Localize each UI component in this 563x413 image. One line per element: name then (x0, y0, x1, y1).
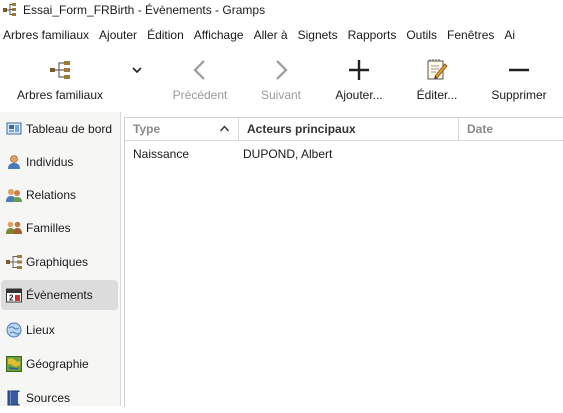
family-trees-dropdown[interactable] (127, 50, 147, 108)
arrow-right-icon (276, 60, 288, 80)
pedigree-icon (6, 254, 22, 270)
menu-help[interactable]: Ai (501, 28, 519, 42)
family-trees-button[interactable]: Arbres familiaux (8, 50, 112, 108)
svg-text:2: 2 (9, 294, 14, 303)
person-icon (6, 154, 22, 170)
edit-label: Éditer... (416, 88, 458, 102)
menu-add[interactable]: Ajouter (96, 28, 141, 42)
next-button[interactable]: Suivant (252, 50, 310, 108)
arrow-left-icon (193, 60, 205, 80)
menu-edit[interactable]: Édition (144, 28, 188, 42)
table-row[interactable]: Naissance DUPOND, Albert (125, 142, 563, 166)
plus-icon (349, 60, 369, 80)
column-header-type[interactable]: Type (125, 118, 239, 140)
edit-icon (427, 59, 448, 80)
sidebar-item-label: Tableau de bord (26, 122, 113, 136)
sidebar-item-dashboard[interactable]: Tableau de bord (1, 114, 118, 144)
book-icon (6, 390, 22, 406)
navigator-sidebar: Tableau de bord Individus Relations Fami… (0, 112, 121, 406)
menu-reports[interactable]: Rapports (345, 28, 401, 42)
menu-family-trees[interactable]: Arbres familiaux (0, 28, 93, 42)
sidebar-item-label: Évènements (26, 288, 93, 302)
sidebar-item-label: Géographie (26, 357, 89, 371)
column-header-date[interactable]: Date (459, 118, 563, 140)
column-header-main-participants[interactable]: Acteurs principaux (239, 118, 459, 140)
events-calendar-icon: 2 (6, 287, 22, 303)
families-icon (6, 220, 22, 236)
toolbar: Arbres familiaux Précédent Suivant Ajout… (0, 50, 563, 110)
menu-tools[interactable]: Outils (403, 28, 441, 42)
sidebar-item-sources[interactable]: Sources (1, 383, 118, 413)
map-icon (6, 356, 22, 372)
minus-icon (509, 68, 529, 72)
previous-button[interactable]: Précédent (166, 50, 234, 108)
sidebar-item-geography[interactable]: Géographie (1, 349, 118, 379)
sidebar-item-charts[interactable]: Graphiques (1, 247, 118, 277)
sidebar-item-events[interactable]: 2 Évènements (1, 280, 118, 310)
sidebar-item-label: Relations (26, 188, 77, 202)
sort-ascending-icon (219, 125, 230, 132)
gramps-app-icon (3, 3, 16, 16)
cell-main-participants: DUPOND, Albert (243, 147, 333, 161)
sidebar-item-places[interactable]: Lieux (1, 315, 118, 345)
sidebar-item-label: Sources (26, 391, 71, 405)
sidebar-item-people[interactable]: Individus (1, 147, 118, 177)
edit-button[interactable]: Éditer... (410, 50, 464, 108)
window-title: Essai_Form_FRBirth - Évènements - Gramps (23, 3, 266, 17)
dashboard-icon (6, 121, 22, 137)
sidebar-item-label: Graphiques (26, 255, 89, 269)
globe-icon (6, 322, 22, 338)
previous-label: Précédent (172, 88, 228, 102)
events-list-view: Type Acteurs principaux Date Naissance D… (124, 117, 563, 407)
sidebar-item-label: Individus (26, 155, 74, 169)
title-bar: Essai_Form_FRBirth - Évènements - Gramps (0, 0, 563, 20)
cell-type: Naissance (133, 147, 190, 161)
sidebar-item-relationships[interactable]: Relations (1, 180, 118, 210)
sidebar-item-label: Lieux (26, 323, 55, 337)
sidebar-item-label: Familles (26, 221, 71, 235)
menu-windows[interactable]: Fenêtres (444, 28, 498, 42)
sidebar-item-families[interactable]: Familles (1, 213, 118, 243)
remove-button[interactable]: Supprimer (488, 50, 550, 108)
menu-bar: Arbres familiaux Ajouter Édition Afficha… (0, 24, 563, 46)
family-tree-icon (50, 61, 70, 79)
cell-date (467, 142, 562, 166)
menu-bookmarks[interactable]: Signets (295, 28, 342, 42)
table-header: Type Acteurs principaux Date (125, 118, 563, 141)
menu-go[interactable]: Aller à (251, 28, 292, 42)
chevron-down-icon (132, 67, 142, 74)
remove-label: Supprimer (491, 88, 547, 102)
next-label: Suivant (260, 88, 302, 102)
family-trees-label: Arbres familiaux (16, 88, 104, 102)
add-button[interactable]: Ajouter... (330, 50, 388, 108)
menu-view[interactable]: Affichage (191, 28, 248, 42)
add-label: Ajouter... (335, 88, 383, 102)
relationships-icon (6, 187, 22, 203)
